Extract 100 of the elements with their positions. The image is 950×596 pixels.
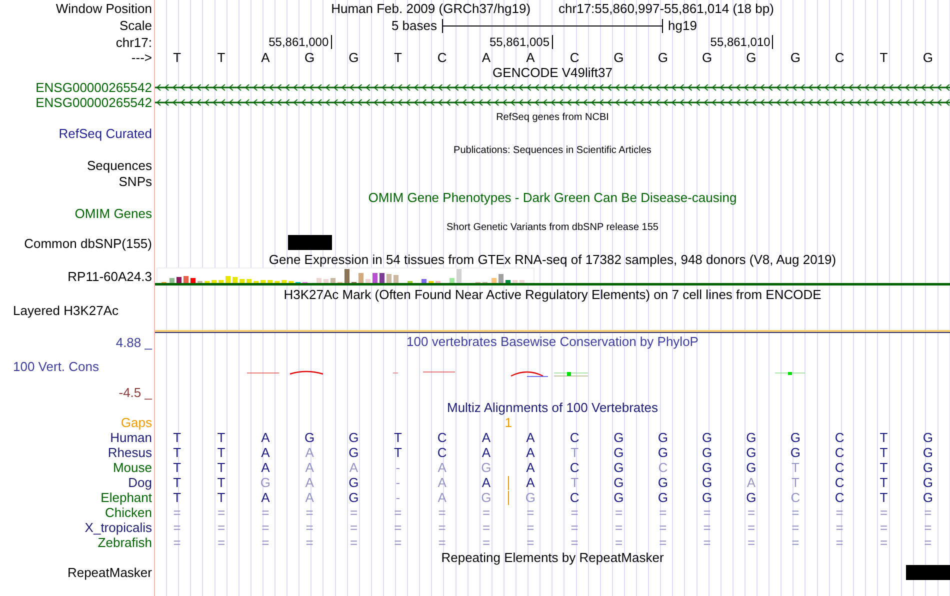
repeat-feature-block[interactable] <box>906 565 950 580</box>
aligned-base: G <box>790 430 800 445</box>
aligned-base: G <box>304 430 315 445</box>
base-letter: C <box>437 50 447 65</box>
aligned-base: - <box>396 475 400 490</box>
aligned-base: A <box>482 430 491 445</box>
aligned-base: = <box>262 505 270 520</box>
species-label[interactable]: Human <box>110 430 152 445</box>
aligned-base: T <box>880 445 888 460</box>
gene-label[interactable]: ENSG00000265542 <box>36 95 152 110</box>
aligned-base: = <box>792 535 800 550</box>
track-title: GENCODE V49lift37 <box>492 65 612 80</box>
aligned-base: G <box>702 460 712 475</box>
aligned-base: G <box>348 430 359 445</box>
aligned-base: = <box>703 505 711 520</box>
assembly-db: hg19 <box>668 18 697 33</box>
aligned-base: = <box>173 520 181 535</box>
aligned-base: A <box>526 430 535 445</box>
track-label[interactable]: RefSeq Curated <box>58 126 152 140</box>
aligned-base: = <box>306 535 314 550</box>
aligned-base: G <box>922 430 933 445</box>
aligned-base: = <box>394 535 402 550</box>
strand-label[interactable]: ---> <box>131 50 152 65</box>
aligned-base: G <box>348 445 359 460</box>
aligned-base: = <box>350 505 358 520</box>
base-letter: G <box>746 50 756 65</box>
aligned-base: = <box>262 520 270 535</box>
track-title: Publications: Sequences in Scientific Articles <box>454 144 652 156</box>
aligned-base: = <box>526 535 534 550</box>
aligned-base: = <box>792 505 800 520</box>
aligned-base: G <box>702 430 712 445</box>
aligned-base: T <box>570 475 579 490</box>
track-label[interactable]: OMIM Genes <box>74 206 152 220</box>
base-letter: C <box>834 50 844 65</box>
aligned-base: G <box>614 460 624 475</box>
species-label[interactable]: Mouse <box>112 460 152 475</box>
track-label[interactable]: 100 Vert. Cons <box>13 359 152 374</box>
aligned-base: G <box>658 430 668 445</box>
track-label[interactable]: SNPs <box>118 174 152 188</box>
base-letter: A <box>261 50 270 65</box>
species-label[interactable]: Chicken <box>105 505 152 520</box>
aligned-base: C <box>437 445 447 460</box>
aligned-base: = <box>880 520 888 535</box>
aligned-base: A <box>438 460 446 475</box>
aligned-base: = <box>747 505 756 520</box>
aligned-base: T <box>173 430 182 445</box>
species-label[interactable]: Elephant <box>100 490 152 505</box>
aligned-base: = <box>836 520 844 535</box>
aligned-base: = <box>350 520 358 535</box>
aligned-base: G <box>746 460 756 475</box>
aligned-base: = <box>570 535 578 550</box>
aligned-base: C <box>834 475 844 490</box>
aligned-base: G <box>481 460 492 475</box>
aligned-base: G <box>922 490 933 505</box>
aligned-base: G <box>746 430 756 445</box>
aligned-base: A <box>482 475 491 490</box>
aligned-base: G <box>702 475 712 490</box>
track-label[interactable]: Sequences <box>86 158 152 173</box>
snp-feature-block[interactable] <box>288 235 332 250</box>
gene-label[interactable]: ENSG00000265542 <box>36 80 152 95</box>
aligned-base: G <box>614 490 624 505</box>
aligned-base: C <box>437 430 447 445</box>
species-label[interactable]: Rhesus <box>108 445 152 460</box>
aligned-base: = <box>482 505 490 520</box>
scale-length: 5 bases <box>391 18 437 33</box>
species-label[interactable]: Zebrafish <box>98 535 152 550</box>
aligned-base: = <box>173 505 181 520</box>
assembly-name: Human Feb. 2009 (GRCh37/hg19) <box>331 1 531 16</box>
aligned-base: G <box>481 490 492 505</box>
track-label[interactable]: Layered H3K27Ac <box>13 303 119 318</box>
species-label[interactable]: Dog <box>128 475 152 490</box>
aligned-base: = <box>482 535 490 550</box>
aligned-base: G <box>922 475 933 490</box>
track-label[interactable]: RepeatMasker <box>67 565 152 580</box>
base-letter: T <box>880 50 888 65</box>
base-letter: G <box>304 50 315 65</box>
aligned-base: G <box>614 430 624 445</box>
aligned-base: G <box>658 490 668 505</box>
species-label[interactable]: X_tropicalis <box>84 520 152 535</box>
aligned-base: G <box>922 445 933 460</box>
base-letter: T <box>394 50 402 65</box>
aligned-base: = <box>482 520 490 535</box>
aligned-base: C <box>834 490 844 505</box>
position-tick: 55,861,005 <box>489 35 552 49</box>
aligned-base: T <box>570 445 579 460</box>
aligned-base: = <box>703 520 711 535</box>
aligned-base: = <box>570 520 578 535</box>
base-letter: C <box>570 50 580 65</box>
aligned-base: T <box>880 475 888 490</box>
aligned-base: = <box>614 520 623 535</box>
base-letter: G <box>658 50 668 65</box>
aligned-base: G <box>614 445 624 460</box>
aligned-base: = <box>570 505 578 520</box>
aligned-base: = <box>217 505 226 520</box>
aligned-base: T <box>217 460 226 475</box>
aligned-base: = <box>924 505 932 520</box>
aligned-base: C <box>834 460 844 475</box>
track-label[interactable]: Common dbSNP(155) <box>24 236 152 251</box>
track-label[interactable]: RP11-60A24.3 <box>68 269 152 284</box>
base-letter: G <box>702 50 712 65</box>
